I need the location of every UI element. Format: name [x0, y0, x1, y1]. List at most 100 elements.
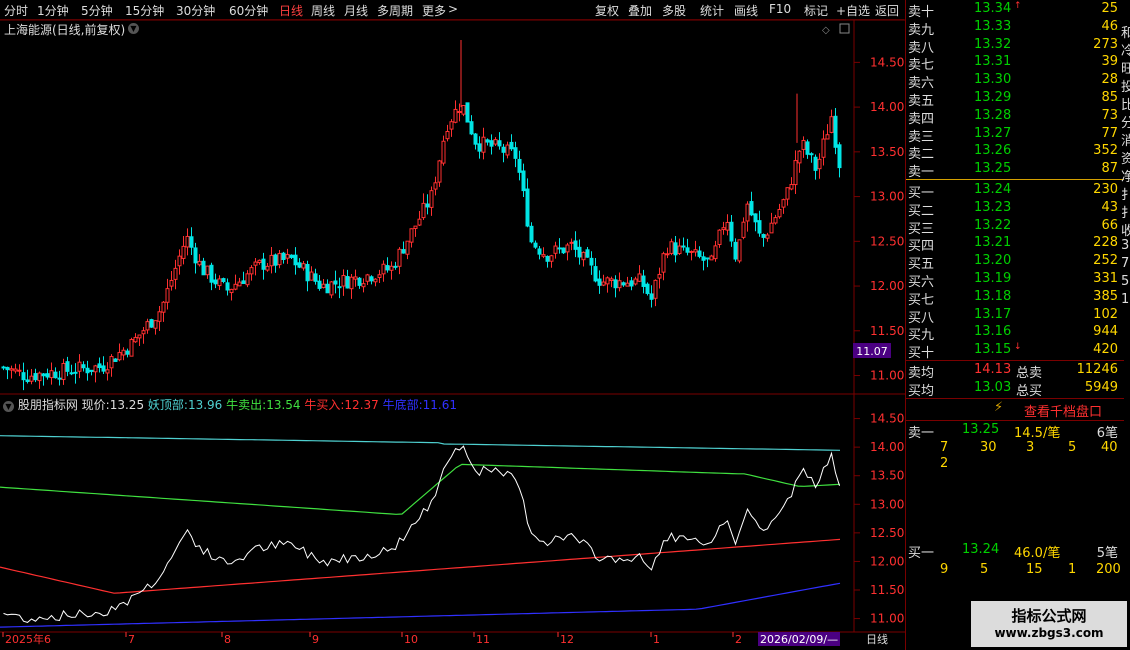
ask-row[interactable]: 卖三 13.27 77: [906, 126, 1124, 145]
candle-body: [101, 365, 106, 372]
ask-row[interactable]: 卖六 13.30 28: [906, 72, 1124, 91]
candle-body: [33, 373, 38, 381]
candle-body: [281, 252, 286, 260]
queue-sell-price: 13.25: [962, 422, 1000, 437]
bid-row[interactable]: 买七 13.18 385: [906, 288, 1124, 308]
bid-row[interactable]: 买八 13.17 102: [906, 306, 1124, 326]
side-edge-char: 扌: [1121, 206, 1130, 221]
ask-volume: 87: [1101, 161, 1118, 177]
candle-body: [329, 281, 334, 296]
time-tick-label: 1: [653, 633, 660, 646]
bid-volume: 43: [1101, 199, 1118, 215]
bid-volume: 252: [1093, 253, 1118, 269]
bid-volume: 102: [1093, 306, 1118, 322]
bid-volume: 420: [1093, 342, 1118, 358]
candle-body: [777, 208, 782, 218]
avg-buy-row: 买均 13.03 总买 5949: [906, 380, 1124, 399]
side-edge-char: 冷: [1121, 44, 1130, 59]
candle-body: [709, 255, 714, 261]
total-sell-value: 11246: [1076, 362, 1118, 377]
candle-body: [637, 273, 642, 282]
thousand-level-button[interactable]: ⚡ 查看千档盘口: [906, 399, 1124, 420]
candle-body: [613, 279, 618, 289]
ask-price: 13.32: [974, 36, 1012, 52]
ask-row[interactable]: 卖七 13.31 39: [906, 54, 1124, 74]
candle-body: [165, 288, 170, 303]
indicator-header: ▼ 股朋指标网 现价:13.25 妖顶部:13.96 牛卖出:13.54 牛买入…: [0, 396, 854, 412]
candle-body: [601, 281, 606, 286]
time-tick-label: 7: [128, 633, 135, 646]
side-edge-char: 和: [1121, 26, 1130, 41]
bid-row[interactable]: 买六 13.19 331: [906, 271, 1124, 290]
candle-body: [465, 102, 470, 123]
candle-body: [785, 187, 790, 200]
price-tick-label: 12.50: [870, 234, 904, 248]
bid-price: 13.15: [974, 342, 1012, 358]
candle-body: [577, 246, 582, 258]
candle-body: [433, 182, 438, 190]
candle-body: [37, 372, 42, 382]
ask-row[interactable]: 卖二 13.26 352: [906, 143, 1124, 162]
time-tick-label: 9: [312, 633, 319, 646]
candle-body: [453, 108, 458, 123]
bid-row[interactable]: 买二 13.23 43: [906, 199, 1124, 219]
queue-order: 30: [980, 440, 997, 455]
yao-top-line: [0, 435, 841, 451]
candle-body: [65, 361, 70, 372]
candle-body: [569, 241, 574, 244]
lightning-icon: ⚡: [994, 400, 1004, 415]
candle-body: [361, 283, 366, 288]
queue-sell-label: 卖一: [908, 426, 935, 441]
ask-row[interactable]: 卖八 13.32 273: [906, 36, 1124, 56]
queue-order: 200: [1096, 562, 1121, 577]
candle-body: [537, 248, 542, 255]
candle-body: [781, 199, 786, 208]
ask-label: 卖七: [908, 58, 935, 74]
candle-body: [441, 140, 446, 164]
queue-sell-orders: 7 30 3 5 40: [906, 440, 1124, 457]
candle-body: [797, 150, 802, 164]
ask-row[interactable]: 卖九 13.33 46: [906, 19, 1124, 38]
bid-price: 13.19: [974, 271, 1012, 286]
bid-row[interactable]: 买四 13.21 228: [906, 235, 1124, 254]
bid-row[interactable]: 买三 13.22 66: [906, 217, 1124, 237]
side-edge-char: 5: [1121, 274, 1130, 289]
candle-body: [641, 275, 646, 287]
ask-row[interactable]: 卖一 13.25 87: [906, 161, 1124, 180]
ask-row[interactable]: 卖五 13.29 85: [906, 90, 1124, 109]
bid-row[interactable]: 买一 13.24 230: [906, 182, 1124, 201]
queue-order: 40: [1101, 440, 1118, 455]
bid-volume: 230: [1093, 182, 1118, 197]
ind-tick-label: 11.00: [870, 612, 904, 626]
bid-row[interactable]: 买五 13.20 252: [906, 253, 1124, 272]
candle-body: [585, 249, 590, 258]
bid-row[interactable]: 买九 13.16 944: [906, 324, 1124, 343]
candle-body: [509, 141, 514, 150]
candle-body: [149, 319, 154, 328]
chevron-down-icon[interactable]: ▼: [3, 401, 14, 412]
avg-sell-value: 14.13: [974, 362, 1012, 377]
candle-body: [97, 363, 102, 369]
candle-body: [289, 254, 294, 258]
candle-body: [45, 373, 50, 378]
ask-row[interactable]: 卖十 13.34 ↑ 25: [906, 1, 1124, 20]
candle-body: [673, 242, 678, 256]
ask-price: 13.31: [974, 54, 1012, 70]
ind-tick-label: 12.00: [870, 554, 904, 568]
bid-volume: 66: [1101, 217, 1118, 233]
ask-row[interactable]: 卖四 13.28 73: [906, 108, 1124, 127]
window-toggle-icon: [839, 23, 850, 34]
candle-body: [257, 259, 262, 264]
candle-body: [821, 138, 826, 158]
candle-body: [813, 156, 818, 171]
side-edge-char: 1: [1121, 292, 1130, 307]
bid-row[interactable]: 买十 13.15 ↓ 420: [906, 342, 1124, 361]
candle-body: [313, 273, 318, 282]
chart-canvas[interactable]: 14.50 14.00 13.50 13.00 12.50 12.00 11.50 11.00…: [0, 0, 905, 650]
price-tick-label: 11.00: [870, 369, 904, 383]
candle-body: [753, 213, 758, 223]
bid-volume: 385: [1093, 288, 1118, 304]
candle-body: [609, 278, 614, 281]
candle-body: [73, 371, 78, 374]
candle-body: [341, 275, 346, 287]
